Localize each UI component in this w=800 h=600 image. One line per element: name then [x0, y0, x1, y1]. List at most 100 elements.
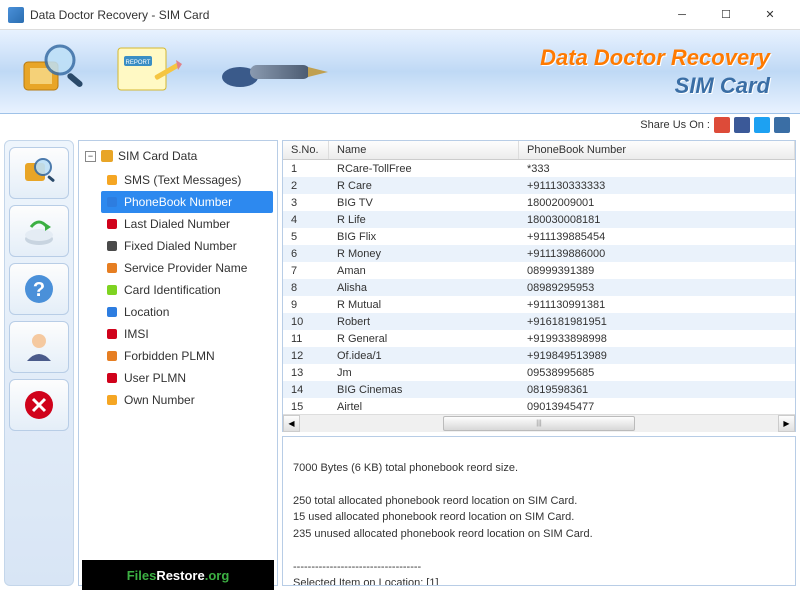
- collapse-icon[interactable]: −: [85, 151, 96, 162]
- table-row[interactable]: 1RCare-TollFree*333: [283, 160, 795, 177]
- tree-item[interactable]: Service Provider Name: [101, 257, 273, 279]
- tree-item-label: Service Provider Name: [124, 261, 247, 275]
- table-cell: 3: [283, 197, 329, 209]
- antenna-icon: [105, 261, 119, 275]
- table-row[interactable]: 12Of.idea/1+919849513989: [283, 347, 795, 364]
- table-cell: 1: [283, 163, 329, 175]
- horizontal-scrollbar[interactable]: ◀ ||| ▶: [283, 414, 795, 431]
- tree-item-label: SMS (Text Messages): [124, 173, 241, 187]
- tower-icon: [105, 349, 119, 363]
- table-row[interactable]: 8Alisha08989295953: [283, 279, 795, 296]
- tower2-icon: [105, 371, 119, 385]
- table-row[interactable]: 5BIG Flix+911139885454: [283, 228, 795, 245]
- table-row[interactable]: 11R General+919933898998: [283, 330, 795, 347]
- table-row[interactable]: 14BIG Cinemas0819598361: [283, 381, 795, 398]
- table-cell: 6: [283, 248, 329, 260]
- tree-item[interactable]: Card Identification: [101, 279, 273, 301]
- table-cell: 09013945477: [519, 401, 795, 413]
- share-label: Share Us On :: [640, 119, 710, 131]
- twitter-icon[interactable]: [754, 117, 770, 133]
- facebook-icon[interactable]: [734, 117, 750, 133]
- table-row[interactable]: 2R Care+911130333333: [283, 177, 795, 194]
- envelope-icon: [105, 173, 119, 187]
- tree-item-label: Location: [124, 305, 169, 319]
- table-cell: 13: [283, 367, 329, 379]
- table-cell: +919849513989: [519, 350, 795, 362]
- col-name[interactable]: Name: [329, 141, 519, 159]
- table-cell: Of.idea/1: [329, 350, 519, 362]
- sim-icon: [100, 149, 114, 163]
- table-cell: 4: [283, 214, 329, 226]
- tree-item[interactable]: PhoneBook Number: [101, 191, 273, 213]
- table-cell: 180030008181: [519, 214, 795, 226]
- table-cell: 2: [283, 180, 329, 192]
- tree-item-label: Card Identification: [124, 283, 221, 297]
- share-icon[interactable]: [774, 117, 790, 133]
- maximize-button[interactable]: ☐: [704, 1, 748, 29]
- tree-item-label: Own Number: [124, 393, 195, 407]
- scan-sim-button[interactable]: [9, 147, 69, 199]
- scroll-left-button[interactable]: ◀: [283, 415, 300, 432]
- table-cell: BIG TV: [329, 197, 519, 209]
- table-cell: 11: [283, 333, 329, 345]
- footer-logo[interactable]: FilesRestore.org: [82, 560, 274, 590]
- table-cell: +911139886000: [519, 248, 795, 260]
- table-cell: 15: [283, 401, 329, 413]
- col-sno[interactable]: S.No.: [283, 141, 329, 159]
- table-cell: Jm: [329, 367, 519, 379]
- table-cell: R Mutual: [329, 299, 519, 311]
- svg-text:?: ?: [33, 279, 45, 301]
- table-cell: *333: [519, 163, 795, 175]
- tree-item[interactable]: SMS (Text Messages): [101, 169, 273, 191]
- table-cell: R Life: [329, 214, 519, 226]
- exit-button[interactable]: [9, 379, 69, 431]
- minimize-button[interactable]: ─: [660, 1, 704, 29]
- table-panel: S.No. Name PhoneBook Number 1RCare-TollF…: [282, 140, 796, 432]
- table-row[interactable]: 6R Money+911139886000: [283, 245, 795, 262]
- phone-icon: [105, 239, 119, 253]
- tree-item[interactable]: Forbidden PLMN: [101, 345, 273, 367]
- table-cell: 14: [283, 384, 329, 396]
- table-row[interactable]: 9R Mutual+911130991381: [283, 296, 795, 313]
- table-cell: Aman: [329, 265, 519, 277]
- tree-item[interactable]: Own Number: [101, 389, 273, 411]
- table-cell: R General: [329, 333, 519, 345]
- table-row[interactable]: 4R Life180030008181: [283, 211, 795, 228]
- tree-item[interactable]: Last Dialed Number: [101, 213, 273, 235]
- table-cell: 5: [283, 231, 329, 243]
- tree-item-label: IMSI: [124, 327, 149, 341]
- table-cell: Alisha: [329, 282, 519, 294]
- table-cell: 10: [283, 316, 329, 328]
- scroll-right-button[interactable]: ▶: [778, 415, 795, 432]
- googleplus-icon[interactable]: [714, 117, 730, 133]
- table-row[interactable]: 10Robert+916181981951: [283, 313, 795, 330]
- col-number[interactable]: PhoneBook Number: [519, 141, 795, 159]
- table-cell: +916181981951: [519, 316, 795, 328]
- table-cell: +911130333333: [519, 180, 795, 192]
- tree-item[interactable]: Fixed Dialed Number: [101, 235, 273, 257]
- table-cell: 08989295953: [519, 282, 795, 294]
- table-row[interactable]: 3BIG TV18002009001: [283, 194, 795, 211]
- table-header: S.No. Name PhoneBook Number: [283, 141, 795, 160]
- table-row[interactable]: 15Airtel09013945477: [283, 398, 795, 414]
- table-cell: 09538995685: [519, 367, 795, 379]
- titlebar: Data Doctor Recovery - SIM Card ─ ☐ ✕: [0, 0, 800, 30]
- details-panel: 7000 Bytes (6 KB) total phonebook reord …: [282, 436, 796, 586]
- help-button[interactable]: ?: [9, 263, 69, 315]
- table-row[interactable]: 13Jm09538995685: [283, 364, 795, 381]
- tree-item[interactable]: User PLMN: [101, 367, 273, 389]
- table-cell: R Care: [329, 180, 519, 192]
- app-icon: [8, 7, 24, 23]
- tree-root[interactable]: − SIM Card Data: [83, 147, 273, 165]
- table-cell: 12: [283, 350, 329, 362]
- phonebook-icon: [105, 195, 119, 209]
- table-cell: Robert: [329, 316, 519, 328]
- close-button[interactable]: ✕: [748, 1, 792, 29]
- tree-item[interactable]: IMSI: [101, 323, 273, 345]
- user-button[interactable]: [9, 321, 69, 373]
- save-button[interactable]: [9, 205, 69, 257]
- scroll-thumb[interactable]: |||: [443, 416, 634, 431]
- svg-text:REPORT: REPORT: [126, 60, 151, 66]
- tree-item[interactable]: Location: [101, 301, 273, 323]
- table-row[interactable]: 7Aman08999391389: [283, 262, 795, 279]
